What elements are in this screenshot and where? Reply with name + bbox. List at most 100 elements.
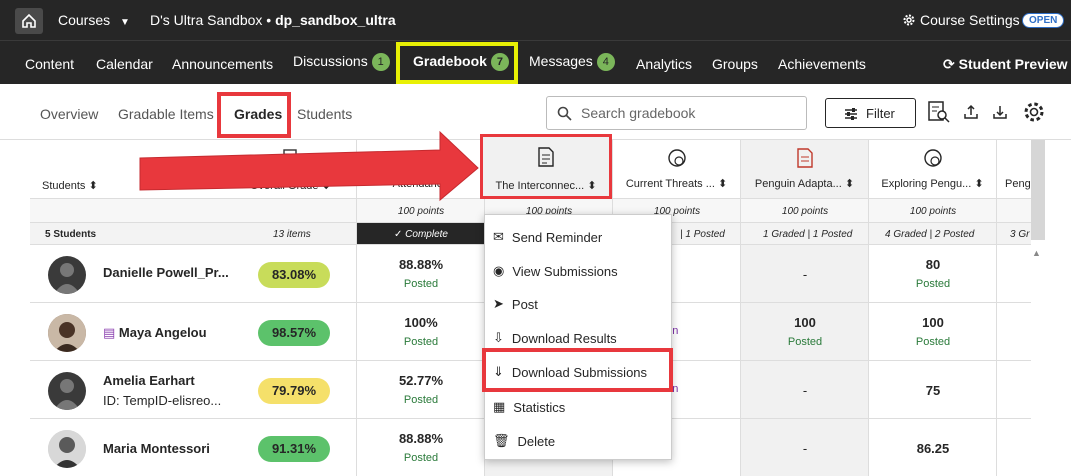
interconnected-header-label: The Interconnec... ⬍: [495, 180, 597, 192]
courses-menu[interactable]: Courses ▼: [58, 12, 130, 28]
person-silhouette-icon: [54, 379, 80, 410]
courses-label: Courses: [58, 12, 111, 28]
search-placeholder: Search gradebook: [581, 105, 696, 121]
menu-item-statistics[interactable]: ▦ Statistics: [493, 399, 565, 415]
home-icon: [22, 13, 36, 28]
exploring-pengu-column-header[interactable]: Exploring Pengu... ⬍: [869, 140, 997, 198]
avatar[interactable]: [48, 372, 86, 410]
menu-item-view-submissions[interactable]: ◉ View Submissions: [493, 263, 618, 279]
overall-grade-pill[interactable]: 83.08%: [258, 262, 330, 288]
peng-col-label: Peng: [1005, 178, 1031, 190]
grade-cell[interactable]: -: [741, 441, 869, 456]
penguin-adapta-col-label: Penguin Adapta... ⬍: [754, 178, 855, 190]
discussion-icon-2: [923, 149, 942, 167]
student-preview-button[interactable]: ⟳ Student Preview: [943, 56, 1068, 73]
overall-grade-pill[interactable]: 79.79%: [258, 378, 330, 404]
students-column-header[interactable]: Students ⬍ Overall Grade ⬍: [30, 140, 357, 198]
student-name[interactable]: Maria Montessori: [103, 441, 210, 456]
download-submissions-highlight: [482, 348, 673, 392]
status-peng: 3 Gr: [1010, 229, 1030, 240]
search-input[interactable]: Search gradebook: [546, 96, 807, 130]
notes-icon: ▤: [103, 325, 116, 340]
search-icon: [557, 106, 572, 121]
person-silhouette-icon: [54, 263, 80, 294]
student-id: ID: TempID-elisreo...: [103, 393, 222, 408]
portrait-photo: [48, 314, 86, 352]
course-settings-button[interactable]: Course Settings: [902, 12, 1020, 28]
gear-icon: [903, 14, 915, 26]
tab-overview[interactable]: Overview: [40, 106, 98, 122]
tab-gradable-items[interactable]: Gradable Items: [118, 106, 214, 122]
statistics-icon: ▦: [493, 399, 506, 414]
course-title: D's Ultra Sandbox • dp_sandbox_ultra: [150, 12, 396, 28]
settings-gear-icon[interactable]: [1022, 100, 1046, 124]
current-threats-col-label: Current Threats ... ⬍: [625, 178, 728, 190]
home-button[interactable]: [15, 8, 43, 34]
grade-cell[interactable]: -: [741, 267, 869, 282]
grade-cell[interactable]: 86.25: [869, 441, 997, 456]
column-context-menu: ✉ Send Reminder ◉ View Submissions ➤ Post ⇩…: [484, 214, 672, 460]
interconnected-header-overlay[interactable]: The Interconnec... ⬍: [483, 137, 609, 196]
open-status-badge: OPEN: [1022, 13, 1065, 28]
nav-messages[interactable]: Messages 4: [529, 53, 615, 72]
nav-messages-label: Messages: [529, 53, 593, 69]
top-bar: Courses ▼ D's Ultra Sandbox • dp_sandbox…: [0, 0, 1071, 40]
nav-analytics[interactable]: Analytics: [636, 56, 692, 72]
grade-cell[interactable]: 88.88% Posted: [357, 431, 485, 464]
grade-cell[interactable]: 80 Posted: [869, 257, 997, 290]
send-icon: ➤: [493, 296, 504, 311]
discussions-badge: 1: [371, 53, 390, 72]
eye-icon: ◉: [493, 263, 505, 278]
nav-discussions-label: Discussions: [293, 53, 368, 69]
overall-col-label: Overall Grade ⬍: [250, 180, 331, 192]
filter-button[interactable]: Filter: [825, 98, 916, 128]
student-name[interactable]: Amelia Earhart: [103, 373, 195, 388]
search-document-icon[interactable]: [927, 100, 951, 124]
avatar[interactable]: [48, 314, 86, 352]
vertical-scrollbar[interactable]: [1031, 140, 1045, 240]
nav-achievements[interactable]: Achievements: [778, 56, 866, 72]
sliders-icon: [845, 108, 857, 120]
scroll-up-arrow-icon[interactable]: ▲: [1032, 248, 1041, 258]
overall-grade-pill[interactable]: 91.31%: [258, 436, 330, 462]
menu-item-send-reminder[interactable]: ✉ Send Reminder: [493, 229, 602, 245]
peng-column-header[interactable]: Peng: [997, 140, 1031, 198]
nav-groups[interactable]: Groups: [712, 56, 758, 72]
nav-announcements[interactable]: Announcements: [172, 56, 273, 72]
student-name-row[interactable]: ▤ Maya Angelou: [103, 325, 207, 341]
grade-cell[interactable]: 100% Posted: [357, 315, 485, 348]
menu-item-download-results[interactable]: ⇩ Download Results: [493, 330, 617, 346]
attendance-col-label: Attendance: [392, 178, 449, 190]
attendance-column-header[interactable]: Attendance: [357, 140, 485, 198]
grade-cell[interactable]: 100 Posted: [741, 315, 869, 348]
grade-cell[interactable]: -: [741, 383, 869, 398]
tab-students[interactable]: Students: [297, 106, 352, 122]
envelope-icon: ✉: [493, 229, 504, 244]
nav-content[interactable]: Content: [25, 56, 74, 72]
upload-icon[interactable]: [963, 104, 979, 120]
current-threats-column-header[interactable]: Current Threats ... ⬍: [613, 140, 741, 198]
grade-cell[interactable]: 100 Posted: [869, 315, 997, 348]
students-col-label: Students ⬍: [42, 180, 98, 192]
avatar[interactable]: [48, 256, 86, 294]
grades-tab-highlight: [217, 92, 291, 138]
menu-item-delete[interactable]: 🗑 Delete: [493, 433, 555, 449]
nav-calendar[interactable]: Calendar: [96, 56, 153, 72]
grade-cell[interactable]: 88.88% Posted: [357, 257, 485, 290]
refresh-icon: ⟳: [943, 56, 955, 72]
grade-cell[interactable]: 52.77% Posted: [357, 373, 485, 406]
download-icon[interactable]: [992, 104, 1008, 120]
discussion-icon: [667, 149, 686, 167]
grade-cell[interactable]: 75: [869, 383, 997, 398]
overall-grade-pill[interactable]: 98.57%: [258, 320, 330, 346]
menu-item-post[interactable]: ➤ Post: [493, 296, 538, 312]
student-preview-label: Student Preview: [958, 56, 1068, 72]
student-name[interactable]: Danielle Powell_Pr...: [103, 265, 229, 280]
nav-discussions[interactable]: Discussions 1: [293, 53, 390, 72]
test-icon: [796, 148, 813, 168]
course-name: D's Ultra Sandbox: [150, 12, 263, 28]
penguin-adapta-column-header[interactable]: Penguin Adapta... ⬍: [741, 140, 869, 198]
avatar[interactable]: [48, 430, 86, 468]
gradebook-icon: [283, 149, 297, 163]
course-settings-label: Course Settings: [920, 12, 1020, 28]
